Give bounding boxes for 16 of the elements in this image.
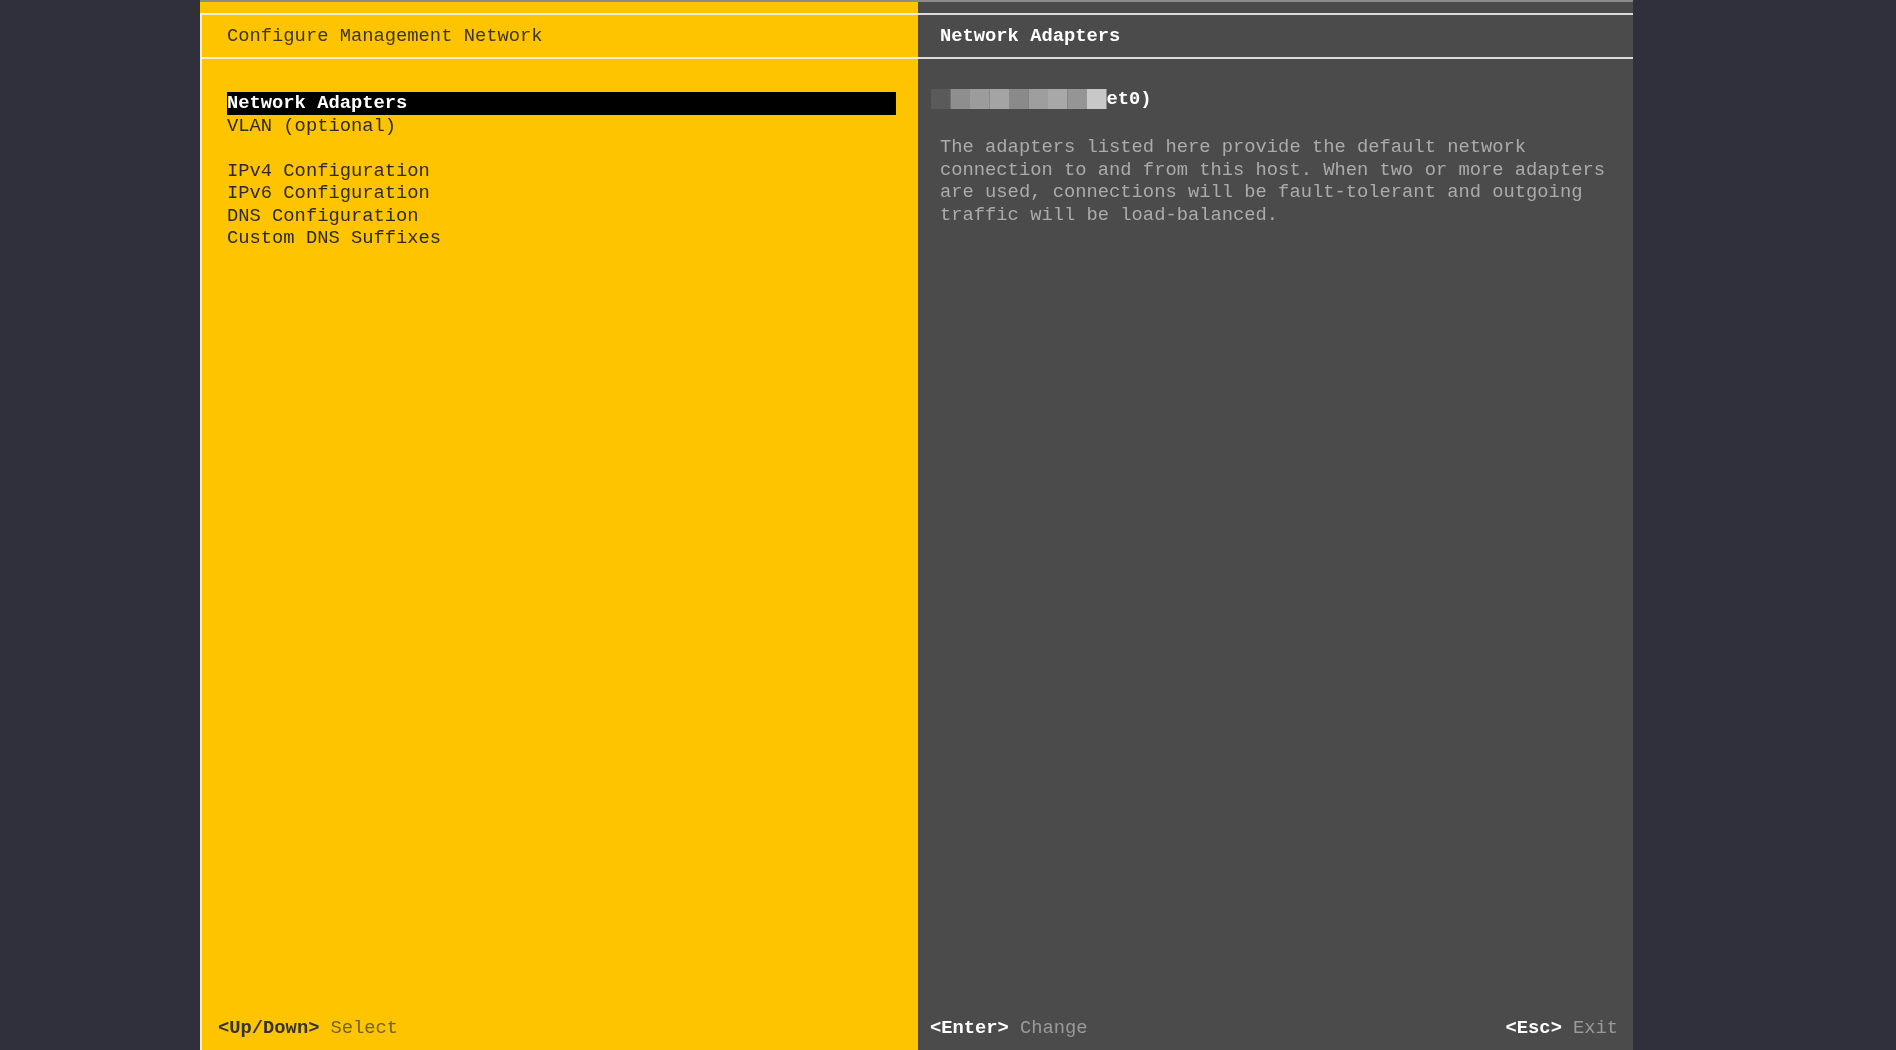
panel-title: Configure Management Network [227,24,543,48]
key-label: <Up/Down> [218,1016,320,1039]
menu-item[interactable]: Network Adapters [227,92,896,115]
key-label: <Enter> [930,1016,1009,1039]
action-label: Select [330,1016,399,1039]
key-label: <Esc> [1505,1016,1562,1039]
action-label: Change [1019,1016,1088,1039]
menu-item[interactable]: IPv6 Configuration [227,182,896,205]
adapter-name: et0) [1106,88,1152,111]
menu-item[interactable]: DNS Configuration [227,204,896,227]
menu-item[interactable]: VLAN (optional) [227,114,896,137]
description-text: The adapters listed here provide the default network connection to and from this host. When two or more adapters are used, connections will be fault-tolerant and outgoing traffic will be load-balanced. [940,136,1606,226]
action-label: Exit [1572,1016,1618,1039]
menu-item[interactable]: Custom DNS Suffixes [227,227,896,250]
menu-item[interactable]: IPv4 Configuration [227,159,896,182]
panel-title: Network Adapters [940,24,1121,48]
